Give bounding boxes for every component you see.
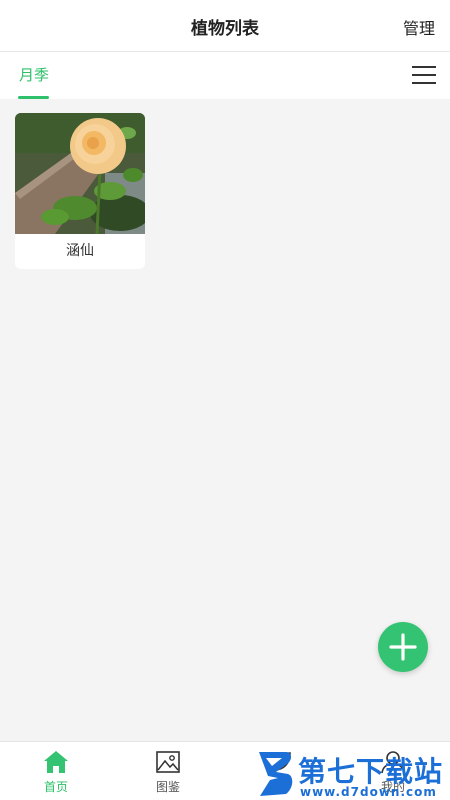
gallery-icon: [156, 751, 180, 773]
download-site-watermark: 第七下载站 www.d7down.com: [256, 748, 448, 800]
tab-yueji[interactable]: 月季: [19, 64, 49, 85]
top-app-bar: 植物列表 管理: [0, 0, 450, 52]
manage-button[interactable]: 管理: [403, 15, 435, 39]
watermark-site-url: www.d7down.com: [300, 785, 437, 799]
add-plant-button[interactable]: [378, 622, 428, 672]
watermark-site-name: 第七下载站: [298, 755, 444, 788]
plant-name: 涵仙: [66, 243, 94, 259]
page-title: 植物列表: [191, 19, 259, 39]
plant-card[interactable]: 涵仙: [15, 113, 145, 269]
menu-icon[interactable]: [412, 66, 436, 84]
nav-label-home: 首页: [43, 780, 68, 794]
watermark-logo-icon: [259, 752, 293, 796]
plant-photo: [15, 113, 145, 234]
plus-icon: [389, 633, 417, 661]
home-icon: [44, 751, 68, 773]
nav-label-gallery: 图鉴: [155, 780, 180, 794]
active-tab-indicator: [18, 96, 49, 99]
nav-item-gallery[interactable]: 图鉴: [138, 750, 198, 795]
nav-item-home[interactable]: 首页: [26, 750, 86, 795]
category-tab-bar: 月季: [0, 52, 450, 99]
